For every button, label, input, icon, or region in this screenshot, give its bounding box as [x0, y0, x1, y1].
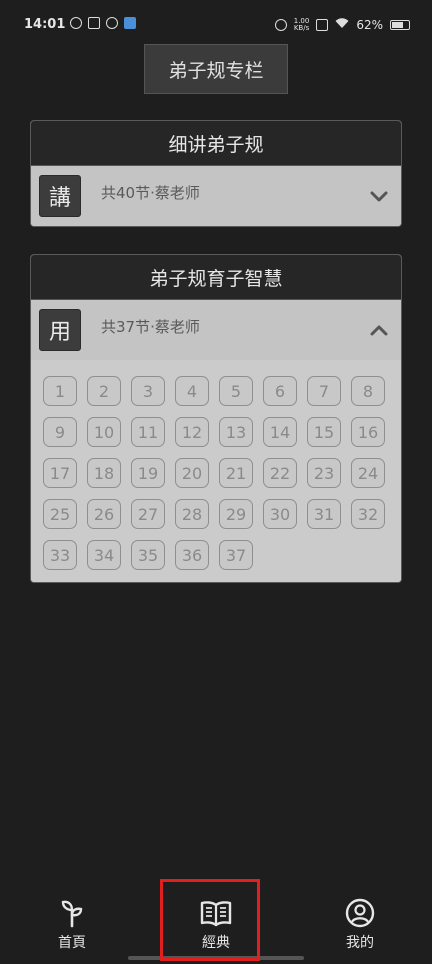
lesson-button[interactable]: 26	[87, 499, 121, 529]
lesson-button[interactable]: 24	[351, 458, 385, 488]
battery-icon	[390, 19, 410, 30]
sim-icon	[316, 18, 329, 31]
lesson-button[interactable]: 16	[351, 417, 385, 447]
lesson-button[interactable]: 37	[219, 540, 253, 570]
lesson-button[interactable]: 13	[219, 417, 253, 447]
lesson-button[interactable]: 14	[263, 417, 297, 447]
lesson-grid-area: 1 2 3 4 5 6 7 8 9 10 11 12 13 14 15 16 17 18 19 20 21 22 23 24 2…	[31, 360, 401, 582]
battery-level: 62%	[356, 17, 383, 32]
course-badge: 講	[39, 175, 81, 217]
lesson-grid: 1 2 3 4 5 6 7 8 9 10 11 12 13 14 15 16 17 18 19 20 21 22 23 24 2…	[43, 376, 389, 570]
lesson-button[interactable]: 15	[307, 417, 341, 447]
app-notification-icon	[124, 17, 136, 29]
lesson-button[interactable]: 22	[263, 458, 297, 488]
lesson-button[interactable]: 23	[307, 458, 341, 488]
nav-item-profile[interactable]: 我的	[325, 898, 395, 952]
notification-icons	[70, 17, 136, 29]
lesson-button[interactable]: 29	[219, 499, 253, 529]
nav-label: 首頁	[58, 935, 86, 951]
course-info: 共40节·蔡老师	[101, 184, 200, 202]
lesson-button[interactable]: 20	[175, 458, 209, 488]
wifi-icon	[335, 17, 349, 32]
lesson-button[interactable]: 31	[307, 499, 341, 529]
lesson-button[interactable]: 35	[131, 540, 165, 570]
nav-item-home[interactable]: 首頁	[37, 898, 107, 952]
lesson-button[interactable]: 17	[43, 458, 77, 488]
lesson-button[interactable]: 8	[351, 376, 385, 406]
lesson-button[interactable]: 4	[175, 376, 209, 406]
lesson-button[interactable]: 30	[263, 499, 297, 529]
network-speed: 1.00 KB/s	[293, 17, 310, 32]
lesson-button[interactable]: 36	[175, 540, 209, 570]
status-time: 14:01	[24, 17, 66, 32]
lesson-button[interactable]: 18	[87, 458, 121, 488]
lesson-button[interactable]: 3	[131, 376, 165, 406]
lesson-button[interactable]: 34	[87, 540, 121, 570]
highlight-box	[160, 879, 260, 961]
lesson-button[interactable]: 33	[43, 540, 77, 570]
lesson-button[interactable]: 9	[43, 417, 77, 447]
course-toggle-row[interactable]: 講 共40节·蔡老师	[31, 166, 401, 226]
course-badge: 用	[39, 309, 81, 351]
lesson-button[interactable]: 10	[87, 417, 121, 447]
lesson-button[interactable]: 6	[263, 376, 297, 406]
lesson-button[interactable]: 12	[175, 417, 209, 447]
lesson-button[interactable]: 2	[87, 376, 121, 406]
android-icon	[274, 18, 287, 31]
page-title-button[interactable]: 弟子规专栏	[144, 44, 288, 94]
lesson-button[interactable]: 5	[219, 376, 253, 406]
chevron-up-icon[interactable]	[369, 320, 389, 340]
status-right: 1.00 KB/s 62%	[274, 17, 410, 32]
lesson-button[interactable]: 21	[219, 458, 253, 488]
lesson-button[interactable]: 19	[131, 458, 165, 488]
chevron-down-icon[interactable]	[369, 186, 389, 206]
course-info: 共37节·蔡老师	[101, 318, 200, 336]
course-card-1: 细讲弟子规 講 共40节·蔡老师	[30, 120, 402, 227]
tiktok-icon	[106, 17, 118, 29]
nav-label: 我的	[346, 935, 374, 951]
lesson-button[interactable]: 32	[351, 499, 385, 529]
lesson-button[interactable]: 25	[43, 499, 77, 529]
course-title: 弟子规育子智慧	[31, 255, 401, 300]
course-toggle-row[interactable]: 用 共37节·蔡老师	[31, 300, 401, 360]
lesson-button[interactable]: 1	[43, 376, 77, 406]
lesson-button[interactable]: 7	[307, 376, 341, 406]
course-card-2: 弟子规育子智慧 用 共37节·蔡老师 1 2 3 4 5 6 7 8 9 10 11 12 13 14 15…	[30, 254, 402, 583]
course-title: 细讲弟子规	[31, 121, 401, 166]
user-circle-icon	[345, 898, 375, 928]
sprout-icon	[61, 900, 83, 928]
network-speed-unit: KB/s	[293, 23, 310, 32]
sync-icon	[70, 17, 82, 29]
lesson-button[interactable]: 28	[175, 499, 209, 529]
calendar-icon	[88, 17, 100, 29]
lesson-button[interactable]: 11	[131, 417, 165, 447]
lesson-button[interactable]: 27	[131, 499, 165, 529]
